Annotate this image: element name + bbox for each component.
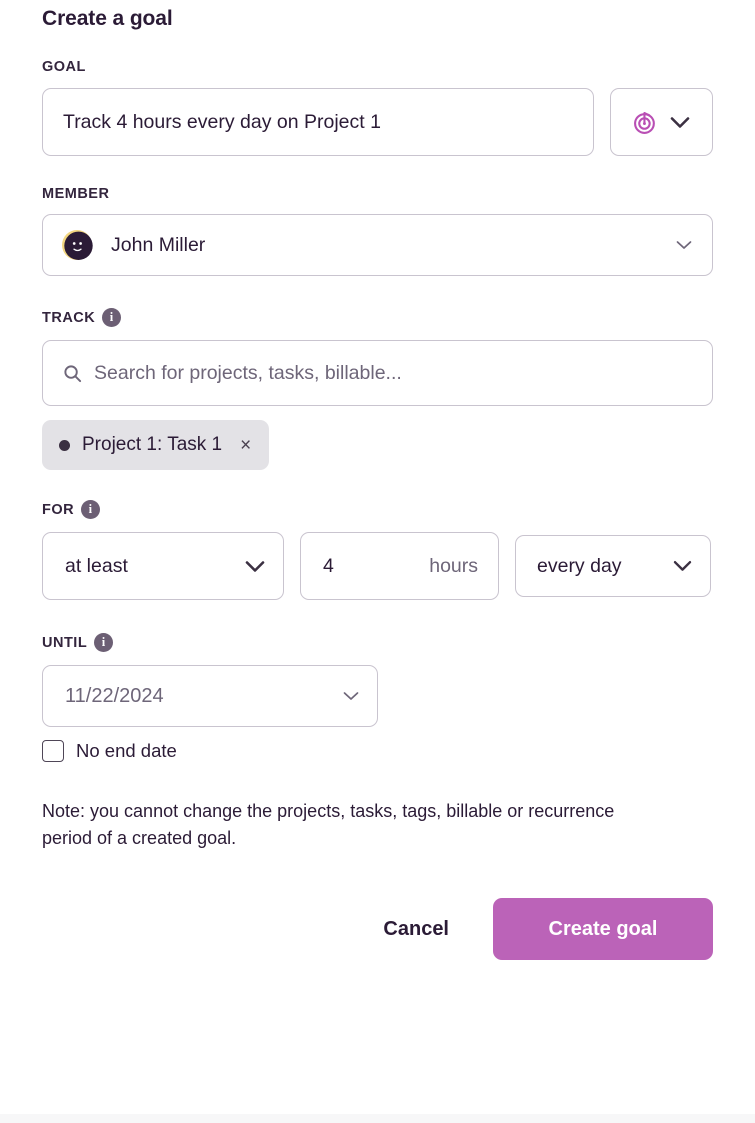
project-color-dot bbox=[59, 439, 70, 451]
cancel-button[interactable]: Cancel bbox=[379, 912, 453, 947]
modal-footer: Cancel Create goal bbox=[42, 898, 713, 960]
until-date-value: 11/22/2024 bbox=[65, 684, 164, 707]
no-end-date-label: No end date bbox=[76, 740, 177, 761]
info-icon[interactable]: i bbox=[102, 308, 122, 327]
until-label: UNTIL i bbox=[42, 633, 713, 652]
track-chip: Project 1: Task 1 × bbox=[42, 420, 270, 470]
for-section: FOR i at least hours every day bbox=[42, 500, 713, 600]
chevron-down-icon bbox=[676, 240, 692, 250]
track-search-box[interactable] bbox=[42, 340, 713, 406]
amount-input[interactable] bbox=[323, 554, 393, 578]
create-goal-modal: Create a goal GOAL Track 4 hours every d… bbox=[0, 0, 755, 1123]
goal-row bbox=[42, 88, 713, 156]
page-title: Create a goal bbox=[42, 7, 173, 30]
recurrence-select[interactable]: every day bbox=[515, 535, 711, 597]
member-section: MEMBER John Miller bbox=[42, 186, 713, 276]
chip-label: Project 1: Task 1 bbox=[82, 434, 223, 455]
track-label-text: TRACK bbox=[42, 309, 96, 326]
member-label: MEMBER bbox=[42, 186, 713, 202]
member-name: John Miller bbox=[111, 233, 206, 256]
info-icon[interactable]: i bbox=[81, 500, 101, 519]
no-end-date-row[interactable]: No end date bbox=[42, 740, 713, 762]
track-label: TRACK i bbox=[42, 308, 713, 327]
member-select[interactable]: John Miller bbox=[42, 214, 713, 276]
search-icon bbox=[63, 364, 82, 383]
chevron-down-icon bbox=[673, 560, 692, 572]
close-icon[interactable]: × bbox=[240, 436, 251, 455]
search-input[interactable] bbox=[94, 361, 692, 385]
for-label: FOR i bbox=[42, 500, 713, 519]
goal-label-text: GOAL bbox=[42, 59, 86, 75]
amount-unit: hours bbox=[429, 554, 478, 577]
until-date-picker[interactable]: 11/22/2024 bbox=[42, 665, 378, 727]
info-icon[interactable]: i bbox=[94, 633, 114, 652]
create-goal-button[interactable]: Create goal bbox=[493, 898, 713, 960]
until-section: UNTIL i 11/22/2024 No end date bbox=[42, 633, 713, 762]
chevron-down-icon bbox=[245, 560, 265, 573]
goal-section: GOAL bbox=[42, 59, 713, 156]
until-label-text: UNTIL bbox=[42, 634, 88, 651]
bottom-strip bbox=[0, 1114, 755, 1123]
member-selected: John Miller bbox=[61, 229, 205, 261]
avatar bbox=[61, 229, 93, 261]
for-row: at least hours every day bbox=[42, 532, 713, 600]
goal-input[interactable] bbox=[42, 88, 594, 156]
goal-label: GOAL bbox=[42, 59, 713, 75]
amount-field[interactable]: hours bbox=[300, 532, 499, 600]
track-section: TRACK i Project 1: Task 1 × bbox=[42, 308, 713, 470]
comparator-select[interactable]: at least bbox=[42, 532, 284, 600]
for-label-text: FOR bbox=[42, 501, 75, 518]
chevron-down-icon bbox=[670, 116, 690, 129]
comparator-value: at least bbox=[65, 554, 128, 577]
member-label-text: MEMBER bbox=[42, 186, 110, 202]
goal-type-button[interactable] bbox=[610, 88, 713, 156]
recurrence-value: every day bbox=[537, 554, 622, 577]
chevron-down-icon bbox=[343, 691, 359, 701]
target-icon bbox=[633, 110, 658, 135]
no-end-date-checkbox[interactable] bbox=[42, 740, 64, 762]
note-text: Note: you cannot change the projects, ta… bbox=[42, 801, 615, 848]
